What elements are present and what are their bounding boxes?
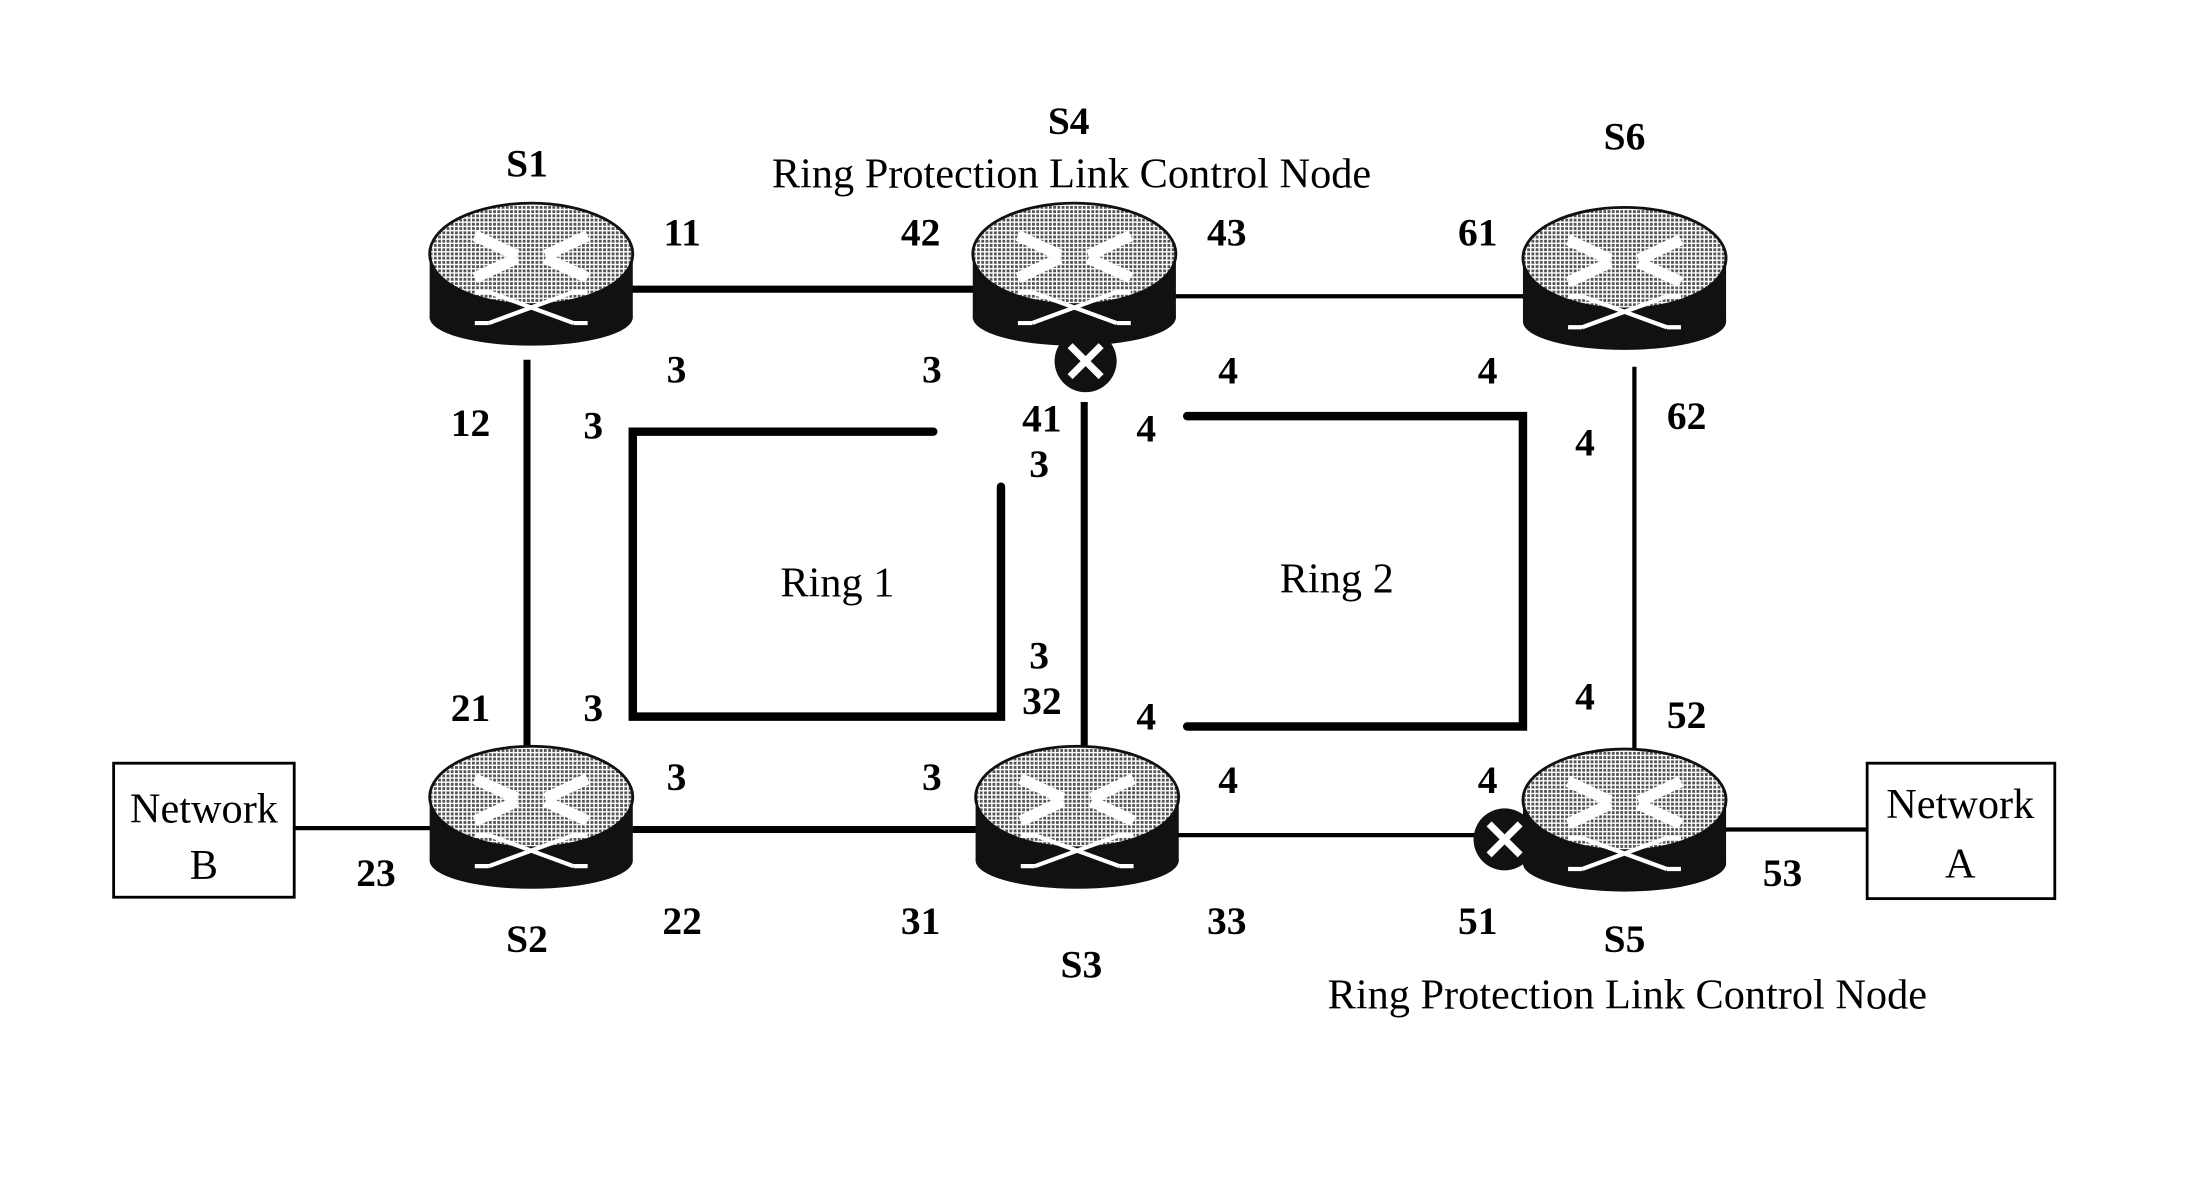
port-53: 53 xyxy=(1763,851,1803,895)
switch-s5[interactable] xyxy=(1523,749,1726,891)
switch-s1[interactable] xyxy=(430,203,633,345)
node-label-s5: S5 xyxy=(1604,917,1646,961)
ring1-mark: 3 xyxy=(667,347,687,391)
port-52: 52 xyxy=(1667,693,1707,737)
ring1-mark: 3 xyxy=(583,404,603,448)
ring-network-diagram: Network B Network A S1 S4 Ring Protectio… xyxy=(112,99,2057,1019)
switch-s6[interactable] xyxy=(1523,207,1726,349)
ring2-mark: 4 xyxy=(1478,758,1498,802)
port-21: 21 xyxy=(451,686,491,730)
network-b-line1: Network xyxy=(130,785,279,832)
port-23: 23 xyxy=(356,851,396,895)
network-b-box[interactable]: Network B xyxy=(112,761,296,899)
port-41: 41 xyxy=(1022,397,1061,441)
node-label-s4: S4 xyxy=(1048,99,1090,143)
ring1-mark: 3 xyxy=(583,686,603,730)
port-32: 32 xyxy=(1022,679,1061,723)
ring2-mark: 4 xyxy=(1218,758,1238,802)
blocked-port-icon xyxy=(1473,808,1536,871)
switch-s3[interactable] xyxy=(976,746,1179,888)
port-11: 11 xyxy=(663,210,700,254)
ring2-mark: 4 xyxy=(1136,407,1156,451)
port-61: 61 xyxy=(1458,210,1498,254)
ring2-mark: 4 xyxy=(1575,421,1595,465)
network-a-box[interactable]: Network A xyxy=(1865,761,2057,901)
switch-s2[interactable] xyxy=(430,746,633,888)
port-42: 42 xyxy=(901,210,941,254)
node-label-s3: S3 xyxy=(1061,943,1103,987)
port-51: 51 xyxy=(1458,899,1498,943)
ring1-mark: 3 xyxy=(1029,442,1049,486)
ring2-mark: 4 xyxy=(1218,349,1238,393)
node-role-s4: Ring Protection Link Control Node xyxy=(772,151,1371,198)
port-12: 12 xyxy=(451,401,491,445)
ring1-mark: 3 xyxy=(922,755,942,799)
ring1-mark: 3 xyxy=(922,347,942,391)
network-a-line2: A xyxy=(1945,840,1976,887)
ring1-mark: 3 xyxy=(667,755,687,799)
switch-s4[interactable] xyxy=(973,203,1176,345)
ring2-label: Ring 2 xyxy=(1280,556,1394,603)
port-31: 31 xyxy=(901,899,941,943)
port-43: 43 xyxy=(1207,210,1247,254)
port-33: 33 xyxy=(1207,899,1247,943)
blocked-port-icon xyxy=(1054,330,1117,393)
node-label-s1: S1 xyxy=(506,141,548,185)
node-label-s2: S2 xyxy=(506,917,548,961)
ring1-mark: 3 xyxy=(1029,634,1049,678)
node-role-s5: Ring Protection Link Control Node xyxy=(1328,972,1927,1019)
ring2-mark: 4 xyxy=(1478,349,1498,393)
ring2-mark: 4 xyxy=(1575,675,1595,719)
network-a-line1: Network xyxy=(1886,781,2035,828)
node-label-s6: S6 xyxy=(1604,115,1646,159)
port-62: 62 xyxy=(1667,394,1707,438)
network-b-line2: B xyxy=(190,842,218,889)
port-22: 22 xyxy=(662,899,702,943)
ring2-mark: 4 xyxy=(1136,694,1156,738)
ring1-label: Ring 1 xyxy=(780,560,894,607)
